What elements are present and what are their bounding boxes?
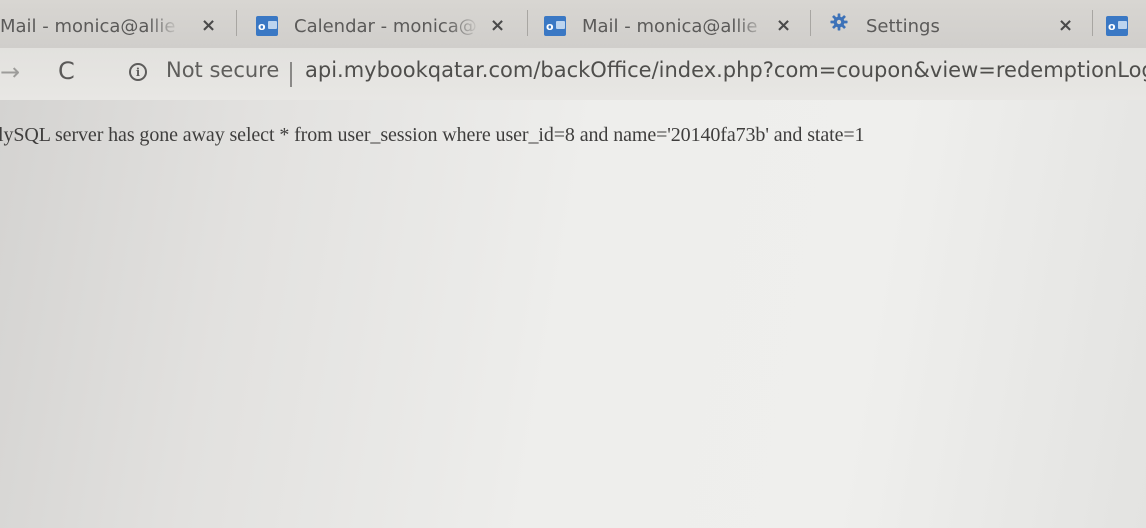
forward-arrow-icon[interactable]: →	[0, 58, 20, 86]
browser-window: Mail - monica@allie × o Calendar - monic…	[0, 0, 1146, 528]
tab-label: Calendar - monica@	[294, 15, 477, 37]
tab-calendar[interactable]: o Calendar - monica@ ×	[256, 4, 522, 48]
tab-settings[interactable]: Settings ×	[830, 4, 1084, 48]
tab-label: Mail - monica@allie	[582, 15, 758, 37]
tab-label: Settings	[866, 15, 940, 37]
address-toolbar: → C i Not secure api.mybookqatar.com/bac…	[0, 48, 1146, 100]
outlook-icon: o	[256, 16, 278, 36]
tab-separator	[810, 10, 811, 36]
omnibox-divider	[290, 62, 292, 87]
page-content: lySQL server has gone away select * from…	[0, 100, 1146, 528]
tab-mail-1[interactable]: Mail - monica@allie ×	[0, 4, 230, 48]
tab-strip: Mail - monica@allie × o Calendar - monic…	[0, 0, 1146, 48]
outlook-icon[interactable]: o	[1106, 16, 1128, 36]
gear-icon	[830, 13, 848, 31]
tab-close-icon[interactable]: ×	[776, 15, 791, 36]
tab-close-icon[interactable]: ×	[1058, 15, 1073, 36]
reload-icon[interactable]: C	[58, 57, 75, 85]
tab-mail-2[interactable]: o Mail - monica@allie ×	[544, 4, 806, 48]
address-bar[interactable]: api.mybookqatar.com/backOffice/index.php…	[305, 58, 1146, 82]
outlook-icon: o	[544, 16, 566, 36]
tab-close-icon[interactable]: ×	[201, 15, 216, 36]
info-icon[interactable]: i	[129, 63, 147, 81]
tab-separator	[527, 10, 528, 36]
tab-label: Mail - monica@allie	[0, 15, 176, 37]
tab-separator	[1092, 10, 1093, 36]
security-indicator[interactable]: Not secure	[166, 58, 279, 82]
tab-separator	[236, 10, 237, 36]
tab-close-icon[interactable]: ×	[490, 15, 505, 36]
error-message: lySQL server has gone away select * from…	[0, 124, 865, 146]
